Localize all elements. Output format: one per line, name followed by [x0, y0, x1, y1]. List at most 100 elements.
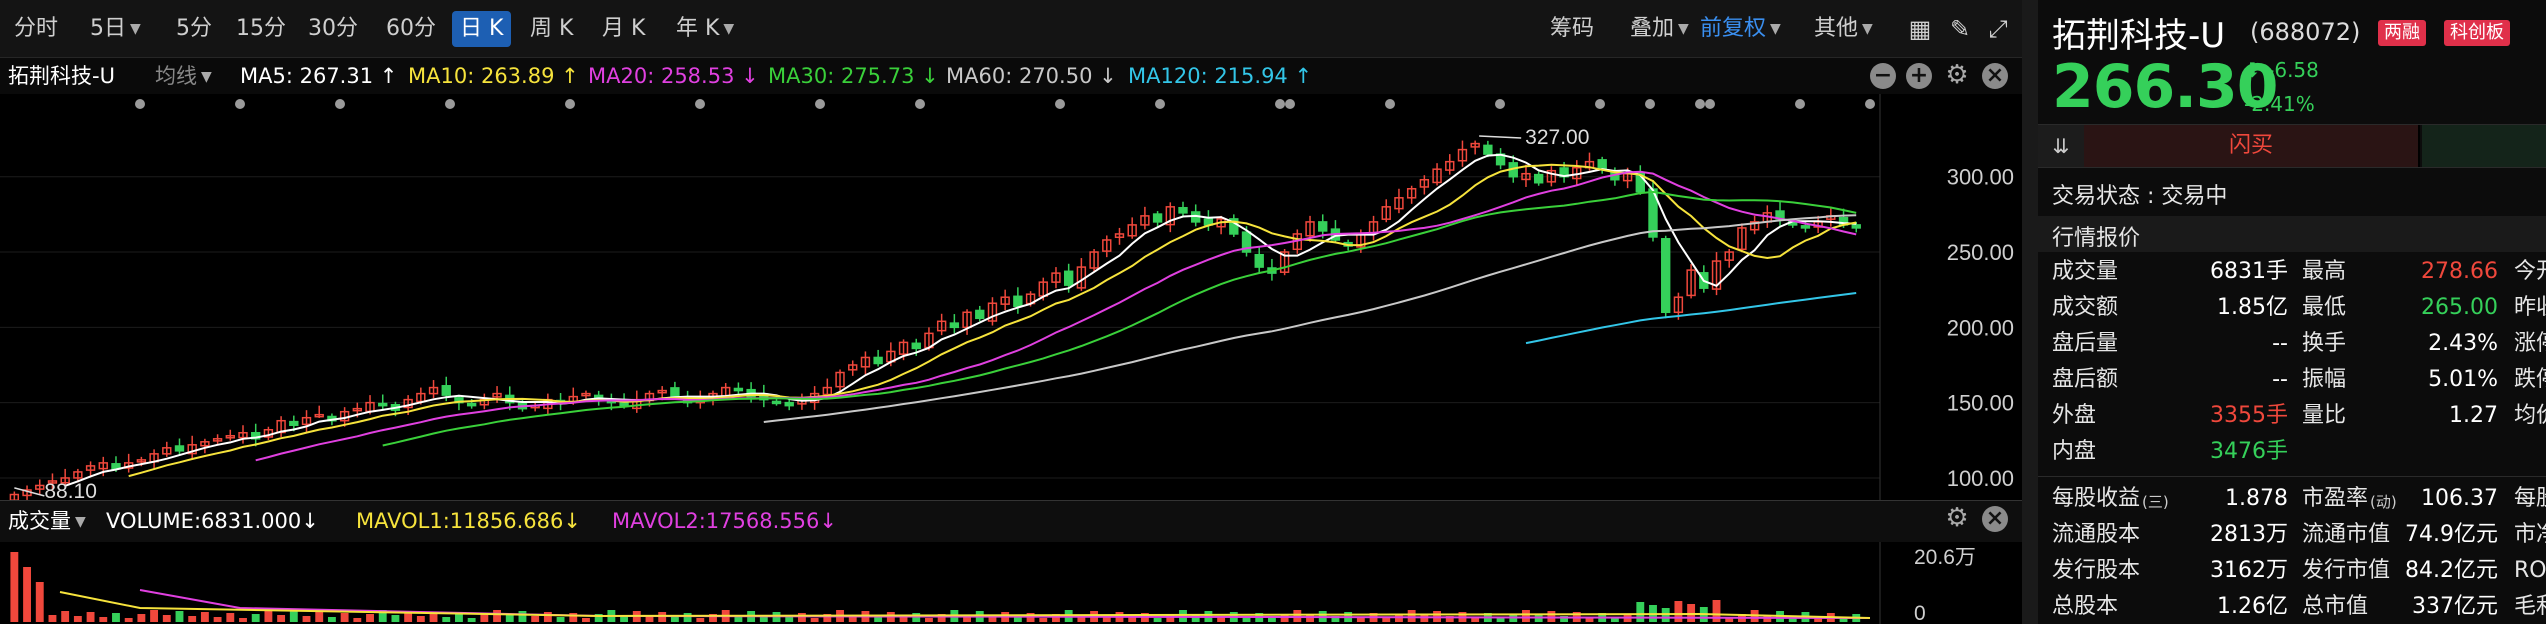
volume-bar [670, 617, 679, 622]
period-tab-0[interactable]: 分时 [6, 11, 66, 47]
volume-bar [239, 618, 247, 622]
star-market-badge: 科创板 [2444, 20, 2510, 46]
event-marker [1705, 99, 1715, 109]
chevron-down-icon: ▼ [201, 69, 212, 85]
fund-label: 毛利率 [2514, 594, 2546, 619]
quote-value: 2.43% [2428, 331, 2498, 356]
ma60-value: MA60: 270.50 ↓ [946, 64, 1117, 88]
candle-body [733, 387, 744, 392]
ma20-value: MA20: 258.53 ↓ [588, 64, 759, 88]
chart-stock-name: 拓荆科技-U [8, 64, 115, 88]
candle-body [1178, 206, 1188, 214]
ma60-line [763, 214, 1857, 423]
event-marker [1275, 99, 1285, 109]
period-tab-label: 5分 [176, 16, 212, 41]
ma120-value: MA120: 215.94 ↑ [1128, 64, 1313, 88]
other-dropdown[interactable]: 其他 ▼ [1806, 11, 1881, 47]
fullscreen-icon[interactable]: ⤢ [1982, 13, 2014, 45]
period-tab-label: 5日 [90, 16, 126, 41]
flash-sell-button[interactable]: 闪卖 [2422, 125, 2546, 167]
quote-label: 今开 [2514, 259, 2546, 284]
volume-bar [696, 618, 705, 622]
ma20-line [255, 170, 1857, 462]
volume-bar [1407, 610, 1416, 622]
period-tab-8[interactable]: 月 K [594, 11, 653, 47]
volume-indicator-label: 成交量 [8, 509, 71, 533]
stock-code: (688072) [2250, 18, 2361, 46]
candle-body [1851, 224, 1861, 229]
volume-bar [162, 615, 171, 622]
indicator-mode-dropdown[interactable]: 均线 ▼ [155, 58, 212, 95]
chevron-down-icon: ▼ [75, 514, 86, 530]
volume-bar [35, 582, 44, 622]
fund-label: ROE [2514, 558, 2546, 583]
chevron-down-icon: ▼ [1862, 21, 1873, 37]
quote-label: 涨停 [2514, 331, 2546, 356]
event-marker [1155, 99, 1165, 109]
volume-bar [213, 617, 222, 622]
price-change: ⬇ -6.58 [2244, 58, 2319, 82]
gear-icon[interactable]: ⚙ [1944, 62, 1970, 89]
candle-body [771, 400, 782, 405]
candle-body [1152, 213, 1163, 223]
overlay-label: 叠加 [1630, 16, 1675, 41]
y-tick-label: 200.00 [1947, 315, 2014, 340]
volume-indicator-dropdown[interactable]: 成交量 ▼ [8, 501, 86, 542]
period-tab-label: 日 K [460, 16, 504, 41]
chips-button[interactable]: 筹码 [1542, 11, 1602, 47]
overlay-dropdown[interactable]: 叠加 ▼ [1622, 11, 1697, 47]
panel-splitter[interactable] [2022, 0, 2038, 624]
close-icon[interactable]: × [1982, 63, 2008, 89]
grid-layout-icon[interactable]: ▦ [1904, 13, 1936, 45]
adjust-dropdown[interactable]: 前复权 ▼ [1692, 11, 1789, 47]
mavol1-line [59, 591, 1871, 619]
quote-value: -- [2272, 367, 2288, 392]
double-chevron-down-icon[interactable]: ⇊ [2038, 125, 2084, 167]
period-tab-label: 30分 [308, 16, 358, 41]
quote-value: 6831手 [2210, 259, 2288, 284]
candle-body [911, 342, 921, 350]
period-tab-2[interactable]: 5分 [168, 11, 220, 47]
volume-bar [251, 614, 260, 622]
quote-value [2368, 434, 2498, 470]
minus-icon[interactable]: − [1870, 63, 1896, 89]
period-tab-label: 年 K [676, 16, 720, 41]
volume-bar [48, 615, 57, 622]
volume-bar [61, 611, 70, 622]
flash-buy-button[interactable]: 闪买 [2084, 125, 2420, 167]
period-tab-5[interactable]: 60分 [378, 11, 444, 47]
kline-chart[interactable]: 300.00 250.00 200.00 150.00 100.00 327.00 88.1… [0, 94, 2022, 500]
max-pointer [1479, 135, 1522, 139]
period-tab-6[interactable]: 日 K [452, 11, 512, 47]
volume-bar [1039, 618, 1048, 622]
volume-bar [582, 618, 590, 622]
draw-pen-icon[interactable]: ✎ [1944, 13, 1976, 45]
mavol2-value: MAVOL2:17568.556↓ [612, 509, 837, 533]
volume-bar [124, 618, 133, 622]
price-change-value: -6.58 [2267, 58, 2319, 82]
volume-bar [353, 618, 362, 622]
plus-icon[interactable]: + [1906, 63, 1932, 89]
candle-body [1483, 144, 1493, 155]
volume-bar [277, 615, 286, 622]
period-tab-7[interactable]: 周 K [522, 11, 581, 47]
volume-bar [416, 616, 425, 622]
period-tab-1[interactable]: 5日 ▼ [82, 11, 149, 47]
volume-bar [543, 612, 552, 622]
fundamentals-table: 每股收益(三)1.878市盈率(动)106.37每股净流通股本2813万流通市值… [2038, 476, 2546, 624]
stock-name: 拓荆科技-U [2052, 16, 2226, 56]
candle-body [784, 401, 794, 407]
volume-chart[interactable]: 20.6万 0 [0, 542, 2022, 624]
volume-bar [1420, 615, 1429, 622]
period-tab-9[interactable]: 年 K ▼ [668, 11, 742, 47]
close-icon[interactable]: × [1982, 506, 2008, 532]
candle-body [289, 420, 299, 426]
event-marker [235, 99, 245, 109]
down-arrow-icon: ⬇ [2244, 58, 2261, 82]
period-tab-4[interactable]: 30分 [300, 11, 366, 47]
ma5-value: MA5: 267.31 ↑ [240, 64, 398, 88]
candle-body [1318, 221, 1328, 232]
event-marker [1865, 99, 1875, 109]
gear-icon[interactable]: ⚙ [1944, 505, 1970, 532]
period-tab-3[interactable]: 15分 [228, 11, 294, 47]
